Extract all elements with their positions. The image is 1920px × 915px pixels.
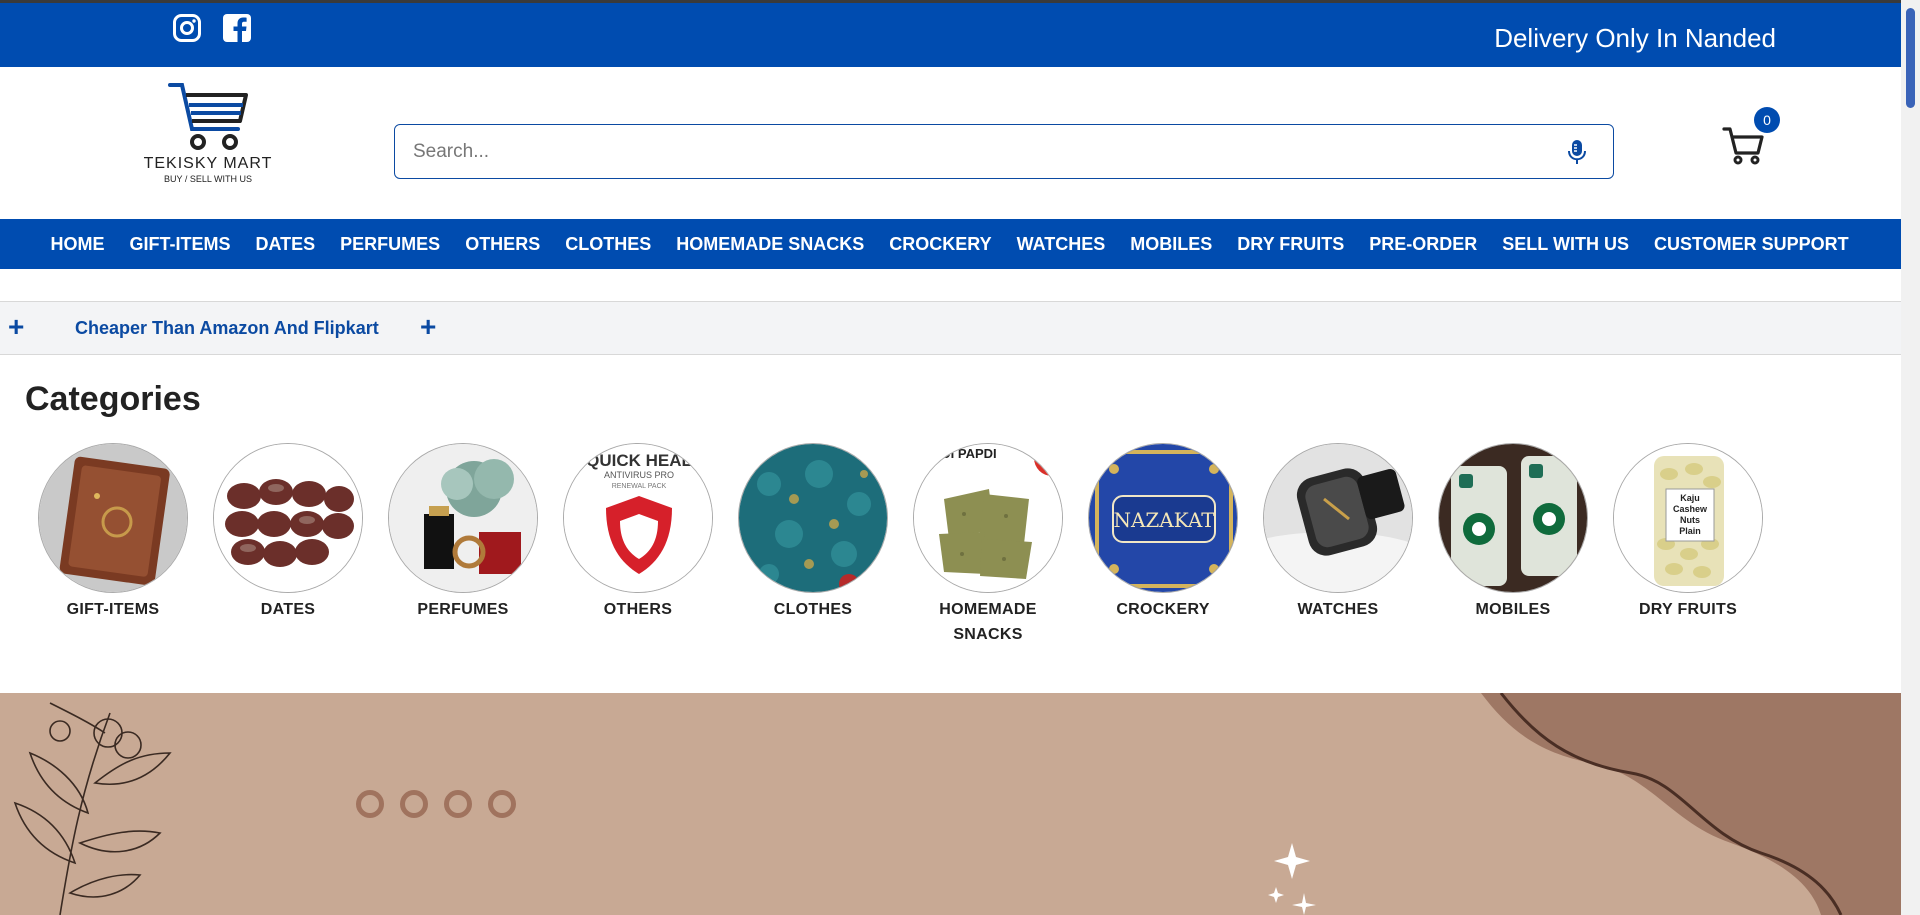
category-crockery[interactable]: NAZAKAT CROCKERY bbox=[1088, 443, 1238, 647]
logo-name: TEKISKY MART bbox=[143, 155, 273, 172]
category-watches[interactable]: WATCHES bbox=[1263, 443, 1413, 647]
category-image[interactable]: DI PAPDI bbox=[913, 443, 1063, 593]
nav-item-crockery[interactable]: CROCKERY bbox=[889, 234, 991, 255]
nav-item-watches[interactable]: WATCHES bbox=[1017, 234, 1106, 255]
svg-text:Nuts: Nuts bbox=[1680, 515, 1700, 525]
instagram-icon[interactable] bbox=[172, 13, 202, 43]
wave-decoration bbox=[1481, 693, 1901, 915]
nav-item-perfumes[interactable]: PERFUMES bbox=[340, 234, 440, 255]
nav-item-customer-support[interactable]: CUSTOMER SUPPORT bbox=[1654, 234, 1849, 255]
category-mobiles[interactable]: MOBILES bbox=[1438, 443, 1588, 647]
category-image[interactable] bbox=[388, 443, 538, 593]
microphone-icon[interactable] bbox=[1563, 138, 1591, 166]
site-logo[interactable]: TEKISKY MART BUY / SELL WITH US bbox=[138, 81, 278, 184]
search-input[interactable] bbox=[413, 137, 1533, 167]
nav-item-home[interactable]: HOME bbox=[51, 234, 105, 255]
category-gift-items[interactable]: GIFT-ITEMS bbox=[38, 443, 188, 647]
promo-text[interactable]: Cheaper Than Amazon And Flipkart bbox=[75, 318, 379, 339]
ring-icon bbox=[488, 790, 516, 818]
leaf-branch-icon bbox=[13, 702, 172, 915]
category-list: GIFT-ITEMS DATES PERFUMES QUICK HEAL ANT… bbox=[38, 443, 1788, 647]
category-label: DATES bbox=[260, 601, 316, 618]
ring-icon bbox=[400, 790, 428, 818]
category-label: OTHERS bbox=[603, 601, 673, 618]
facebook-icon[interactable] bbox=[222, 13, 252, 43]
svg-text:Plain: Plain bbox=[1679, 526, 1701, 536]
nav-item-sell-with-us[interactable]: SELL WITH US bbox=[1502, 234, 1629, 255]
social-links bbox=[172, 13, 252, 43]
svg-text:QUICK HEAL: QUICK HEAL bbox=[586, 451, 692, 470]
category-perfumes[interactable]: PERFUMES bbox=[388, 443, 538, 647]
category-label: DRY FRUITS bbox=[1638, 601, 1738, 618]
category-dates[interactable]: DATES bbox=[213, 443, 363, 647]
hero-banner bbox=[0, 693, 1901, 915]
cart-logo-icon bbox=[168, 83, 248, 150]
categories-heading: Categories bbox=[25, 380, 201, 418]
ring-icon bbox=[444, 790, 472, 818]
category-label: CLOTHES bbox=[773, 601, 853, 618]
svg-text:Cashew: Cashew bbox=[1673, 504, 1708, 514]
category-clothes[interactable]: CLOTHES bbox=[738, 443, 888, 647]
category-image[interactable] bbox=[1438, 443, 1588, 593]
category-others[interactable]: QUICK HEAL ANTIVIRUS PRO RENEWAL PACK OT… bbox=[563, 443, 713, 647]
category-homemade-snacks[interactable]: DI PAPDI HOMEMADE SNACKS bbox=[913, 443, 1063, 647]
category-image[interactable]: Kaju Cashew Nuts Plain bbox=[1613, 443, 1763, 593]
nav-item-dry-fruits[interactable]: DRY FRUITS bbox=[1237, 234, 1344, 255]
scrollbar-thumb[interactable] bbox=[1906, 8, 1915, 108]
page-scrollbar[interactable] bbox=[1901, 0, 1920, 915]
category-label: HOMEMADE SNACKS bbox=[939, 601, 1037, 643]
nav-item-dates[interactable]: DATES bbox=[256, 234, 316, 255]
delivery-notice: Delivery Only In Nanded bbox=[1494, 23, 1776, 53]
ring-icon bbox=[356, 790, 384, 818]
promo-ticker: + Cheaper Than Amazon And Flipkart + bbox=[0, 301, 1901, 355]
nav-item-gift-items[interactable]: GIFT-ITEMS bbox=[130, 234, 231, 255]
category-image[interactable] bbox=[213, 443, 363, 593]
svg-text:DI PAPDI: DI PAPDI bbox=[941, 446, 996, 461]
decorative-dots bbox=[356, 790, 516, 818]
nav-item-homemade-snacks[interactable]: HOMEMADE SNACKS bbox=[676, 234, 864, 255]
cart-count-badge: 0 bbox=[1754, 107, 1780, 133]
logo-tagline: BUY / SELL WITH US bbox=[163, 174, 253, 184]
category-image[interactable] bbox=[738, 443, 888, 593]
category-image[interactable] bbox=[38, 443, 188, 593]
category-label: WATCHES bbox=[1297, 601, 1379, 618]
category-label: GIFT-ITEMS bbox=[66, 601, 160, 618]
category-image[interactable]: QUICK HEAL ANTIVIRUS PRO RENEWAL PACK bbox=[563, 443, 713, 593]
category-label: MOBILES bbox=[1475, 601, 1551, 618]
search-bar bbox=[394, 124, 1614, 179]
plus-icon: + bbox=[420, 311, 437, 342]
nav-item-pre-order[interactable]: PRE-ORDER bbox=[1369, 234, 1477, 255]
category-dry-fruits[interactable]: Kaju Cashew Nuts Plain DRY FRUITS bbox=[1613, 443, 1763, 647]
shopping-cart-icon bbox=[1722, 127, 1764, 165]
nav-item-clothes[interactable]: CLOTHES bbox=[565, 234, 651, 255]
top-bar: Delivery Only In Nanded bbox=[0, 0, 1901, 67]
category-label: CROCKERY bbox=[1116, 601, 1210, 618]
svg-text:RENEWAL PACK: RENEWAL PACK bbox=[612, 483, 667, 490]
category-label: PERFUMES bbox=[417, 601, 509, 618]
sparkle-icon bbox=[1268, 843, 1316, 915]
plus-icon: + bbox=[8, 311, 25, 342]
category-image[interactable] bbox=[1263, 443, 1413, 593]
main-nav: HOME GIFT-ITEMS DATES PERFUMES OTHERS CL… bbox=[0, 219, 1901, 269]
svg-text:NAZAKAT: NAZAKAT bbox=[1113, 508, 1215, 532]
category-image[interactable]: NAZAKAT bbox=[1088, 443, 1238, 593]
site-header: TEKISKY MART BUY / SELL WITH US 0 bbox=[0, 67, 1901, 219]
svg-text:Kaju: Kaju bbox=[1680, 493, 1700, 503]
svg-text:ANTIVIRUS PRO: ANTIVIRUS PRO bbox=[604, 470, 674, 480]
nav-item-others[interactable]: OTHERS bbox=[465, 234, 540, 255]
cart-button[interactable]: 0 bbox=[1722, 107, 1780, 175]
nav-item-mobiles[interactable]: MOBILES bbox=[1130, 234, 1212, 255]
